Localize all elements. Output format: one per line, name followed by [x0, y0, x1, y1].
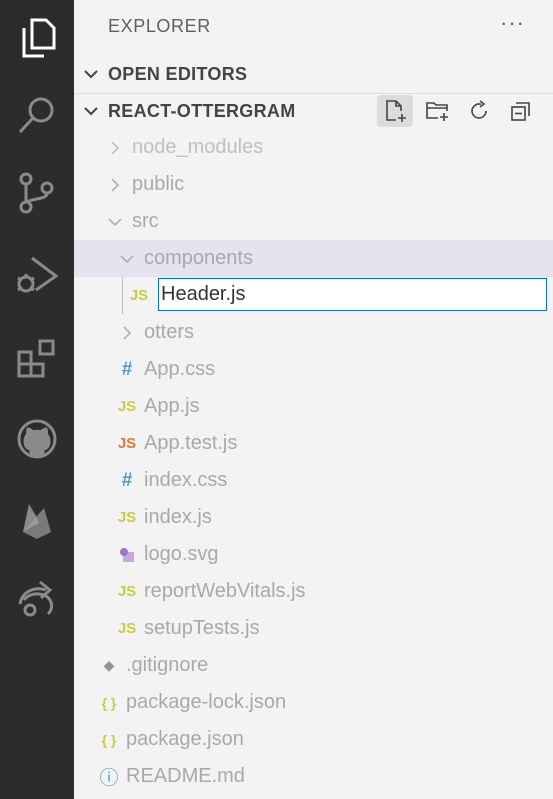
open-editors-label: OPEN EDITORS [108, 63, 248, 84]
chevron-right-icon [104, 177, 126, 193]
source-control-icon[interactable] [8, 164, 66, 222]
files-icon[interactable] [8, 8, 66, 66]
file-label: package-lock.json [126, 691, 287, 713]
file-label: App.js [144, 395, 200, 417]
rename-input[interactable] [158, 278, 547, 311]
refresh-icon [471, 100, 487, 119]
explorer-sidebar: EXPLORER ··· OPEN EDITORS REACT-OTTERGRA… [74, 0, 553, 799]
file-label: logo.svg [144, 543, 219, 565]
tree-file-app-js[interactable]: JS App.js [74, 388, 553, 425]
css-file-icon: # [121, 358, 133, 380]
tree-file-logo-svg[interactable]: logo.svg [74, 536, 553, 573]
collapse-all-button[interactable] [503, 95, 539, 127]
file-label: README.md [126, 765, 245, 787]
git-icon: ◆ [103, 657, 115, 673]
project-label: REACT-OTTERGRAM [108, 100, 296, 121]
test-js-file-icon: JS [117, 435, 137, 452]
more-actions-button[interactable]: ··· [500, 10, 525, 36]
tree-file-index-js[interactable]: JS index.js [74, 499, 553, 536]
new-file-icon [386, 100, 406, 122]
css-file-icon: # [121, 469, 133, 491]
tree-folder-src[interactable]: src [74, 203, 553, 240]
chevron-right-icon [104, 140, 126, 156]
tree-file-app-css[interactable]: # App.css [74, 351, 553, 388]
tree-folder-node-modules[interactable]: node_modules [74, 129, 553, 166]
new-file-button[interactable] [377, 95, 413, 127]
folder-label: src [132, 210, 159, 232]
explorer-toolbar [377, 93, 539, 129]
file-label: .gitignore [126, 654, 209, 676]
file-label: setupTests.js [144, 617, 260, 639]
file-label: index.js [144, 506, 212, 528]
tree-file-index-css[interactable]: # index.css [74, 462, 553, 499]
live-share-icon[interactable] [8, 570, 66, 628]
tree-folder-public[interactable]: public [74, 166, 553, 203]
folder-label: public [132, 173, 185, 195]
folder-label: components [144, 247, 253, 269]
github-icon[interactable] [8, 410, 66, 468]
open-editors-header[interactable]: OPEN EDITORS [74, 56, 553, 92]
chevron-right-icon [116, 325, 138, 341]
tree-file-readme[interactable]: ⓘ README.md [74, 758, 553, 795]
chevron-down-icon [104, 214, 126, 230]
file-label: package.json [126, 728, 244, 750]
file-label: index.css [144, 469, 228, 491]
tree-file-package-lock[interactable]: { } package-lock.json [74, 684, 553, 721]
folder-label: otters [144, 321, 195, 343]
run-debug-icon[interactable] [8, 246, 66, 304]
json-file-icon: { } [101, 694, 117, 711]
js-file-icon: JS [129, 287, 149, 304]
chevron-down-icon [116, 251, 138, 267]
js-file-icon: JS [117, 620, 137, 637]
firebase-icon[interactable] [8, 490, 66, 548]
js-file-icon: JS [117, 509, 137, 526]
refresh-button[interactable] [461, 95, 497, 127]
extensions-icon[interactable] [8, 330, 66, 388]
tree-folder-otters[interactable]: otters [74, 314, 553, 351]
tree-folder-components[interactable]: components [74, 240, 553, 277]
search-icon[interactable] [8, 86, 66, 144]
json-file-icon: { } [101, 731, 117, 748]
chevron-down-icon [74, 65, 108, 83]
file-label: reportWebVitals.js [144, 580, 306, 602]
collapse-all-icon [511, 102, 530, 121]
file-label: App.test.js [144, 432, 238, 454]
chevron-down-icon [74, 102, 108, 120]
info-icon: ⓘ [99, 768, 119, 789]
tree-file-app-test-js[interactable]: JS App.test.js [74, 425, 553, 462]
tree-file-report-web-vitals[interactable]: JS reportWebVitals.js [74, 573, 553, 610]
tree-file-gitignore[interactable]: ◆ .gitignore [74, 647, 553, 684]
new-folder-icon [426, 102, 448, 121]
file-label: App.css [144, 358, 216, 380]
activity-bar [0, 0, 74, 799]
tree-file-package-json[interactable]: { } package.json [74, 721, 553, 758]
svg-file-icon [116, 546, 138, 564]
js-file-icon: JS [117, 398, 137, 415]
tree-file-setup-tests[interactable]: JS setupTests.js [74, 610, 553, 647]
new-folder-button[interactable] [419, 95, 455, 127]
folder-label: node_modules [132, 136, 264, 158]
js-file-icon: JS [117, 583, 137, 600]
explorer-title: EXPLORER [108, 16, 211, 36]
